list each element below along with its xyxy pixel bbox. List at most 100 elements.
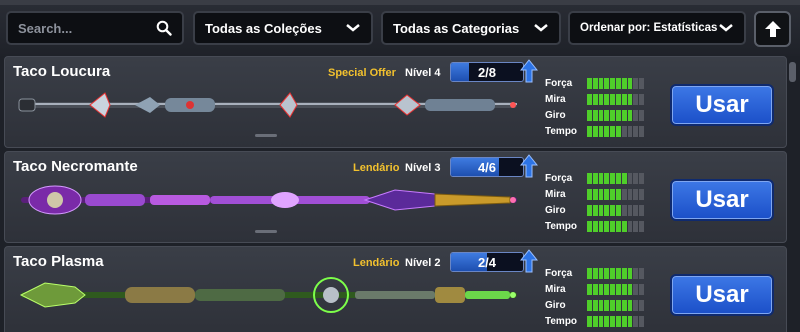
stat-segment — [621, 283, 627, 295]
categories-label: Todas as Categorias — [393, 20, 520, 36]
search-placeholder: Search... — [18, 20, 73, 36]
stat-segment — [633, 267, 639, 279]
search-input[interactable]: Search... — [6, 11, 184, 45]
stat-segment — [610, 283, 616, 295]
cue-card: Taco Necromante Lendário Nível 3 4/6 For… — [4, 151, 787, 243]
use-button[interactable]: Usar — [670, 84, 774, 126]
stat-label: Mira — [545, 283, 566, 295]
progress-text: 2/4 — [477, 255, 497, 270]
cue-card: Taco Plasma Lendário Nível 2 2/4 Força Mi… — [4, 246, 787, 332]
stat-segment — [604, 220, 610, 232]
stat-segment — [621, 267, 627, 279]
arrow-up-icon — [764, 21, 781, 37]
stat-row: Giro — [545, 107, 645, 123]
stat-segment — [598, 315, 604, 327]
stat-segment — [616, 299, 621, 311]
stat-segment — [627, 283, 633, 295]
stat-segment — [587, 77, 592, 89]
stat-segment — [616, 267, 621, 279]
stat-segment — [587, 172, 592, 184]
stat-segment — [633, 125, 639, 137]
stat-segment — [598, 93, 604, 105]
collections-label: Todas as Coleções — [205, 20, 322, 36]
stat-segment — [610, 315, 616, 327]
stat-segment — [610, 93, 616, 105]
stat-segment — [639, 220, 644, 232]
stat-segment — [639, 109, 644, 121]
stat-segment — [610, 220, 616, 232]
categories-dropdown[interactable]: Todas as Categorias — [381, 11, 561, 45]
stat-segment — [604, 77, 610, 89]
stat-segment — [616, 125, 621, 137]
scrollbar-thumb[interactable] — [789, 62, 796, 82]
stat-segment — [627, 109, 633, 121]
stat-segment — [592, 299, 598, 311]
stat-segment — [604, 267, 610, 279]
stat-segment — [639, 125, 644, 137]
stat-segment — [633, 315, 639, 327]
cue-name: Taco Necromante — [13, 158, 138, 175]
stat-segment — [633, 299, 639, 311]
stat-segment — [610, 109, 616, 121]
stat-segment — [621, 220, 627, 232]
stat-segment — [621, 204, 627, 216]
stat-segment — [587, 267, 592, 279]
stat-segment — [627, 220, 633, 232]
stat-segment — [604, 93, 610, 105]
top-divider — [0, 0, 800, 5]
upgrade-progress-bar: 2/8 — [450, 62, 524, 82]
stat-segment — [621, 93, 627, 105]
stat-segment — [592, 77, 598, 89]
upgrade-arrow-icon[interactable] — [520, 59, 538, 83]
filter-bar: Search... Todas as Coleções Todas as Cat… — [0, 0, 800, 56]
collections-dropdown[interactable]: Todas as Coleções — [193, 11, 373, 45]
stat-segment — [633, 77, 639, 89]
level-label: Nível 2 — [405, 257, 441, 269]
stat-segment — [587, 204, 592, 216]
stat-label: Giro — [545, 109, 566, 121]
search-icon — [156, 20, 172, 36]
chevron-down-icon — [346, 24, 360, 32]
stat-segment — [633, 93, 639, 105]
stat-label: Força — [545, 172, 573, 184]
cue-card: Taco Loucura Special Offer Nível 4 2/8 F… — [4, 56, 787, 148]
use-button[interactable]: Usar — [670, 274, 774, 316]
stat-segment — [639, 204, 644, 216]
stat-label: Força — [545, 77, 573, 89]
stat-segment — [621, 109, 627, 121]
stat-segment — [639, 283, 644, 295]
rarity-tag: Lendário — [353, 162, 400, 174]
stat-segment — [587, 220, 592, 232]
stat-segment — [592, 204, 598, 216]
upgrade-arrow-icon[interactable] — [520, 154, 538, 178]
scroll-to-top-button[interactable] — [754, 11, 791, 47]
stat-segment — [627, 93, 633, 105]
sort-dropdown[interactable]: Ordenar por: Estatísticas — [568, 11, 746, 45]
level-label: Nível 4 — [405, 67, 441, 79]
stat-segment — [610, 267, 616, 279]
stat-segment — [633, 109, 639, 121]
stat-segment — [604, 204, 610, 216]
stat-row: Força — [545, 265, 645, 281]
stat-segment — [592, 283, 598, 295]
stat-segment — [621, 315, 627, 327]
stat-segment — [633, 204, 639, 216]
stat-row: Mira — [545, 91, 645, 107]
use-button[interactable]: Usar — [670, 179, 774, 221]
stat-segment — [587, 299, 592, 311]
cue-image-plasma — [19, 277, 517, 313]
stat-segment — [598, 109, 604, 121]
stat-label: Mira — [545, 188, 566, 200]
stat-segment — [598, 283, 604, 295]
stat-segment — [604, 283, 610, 295]
stat-segment — [639, 299, 644, 311]
stat-label: Tempo — [545, 315, 578, 327]
stat-segment — [616, 204, 621, 216]
upgrade-arrow-icon[interactable] — [520, 249, 538, 273]
stat-segment — [610, 125, 616, 137]
stat-row: Tempo — [545, 123, 645, 139]
stat-segment — [621, 77, 627, 89]
stat-row: Tempo — [545, 218, 645, 234]
stat-segment — [587, 283, 592, 295]
stat-segment — [610, 299, 616, 311]
